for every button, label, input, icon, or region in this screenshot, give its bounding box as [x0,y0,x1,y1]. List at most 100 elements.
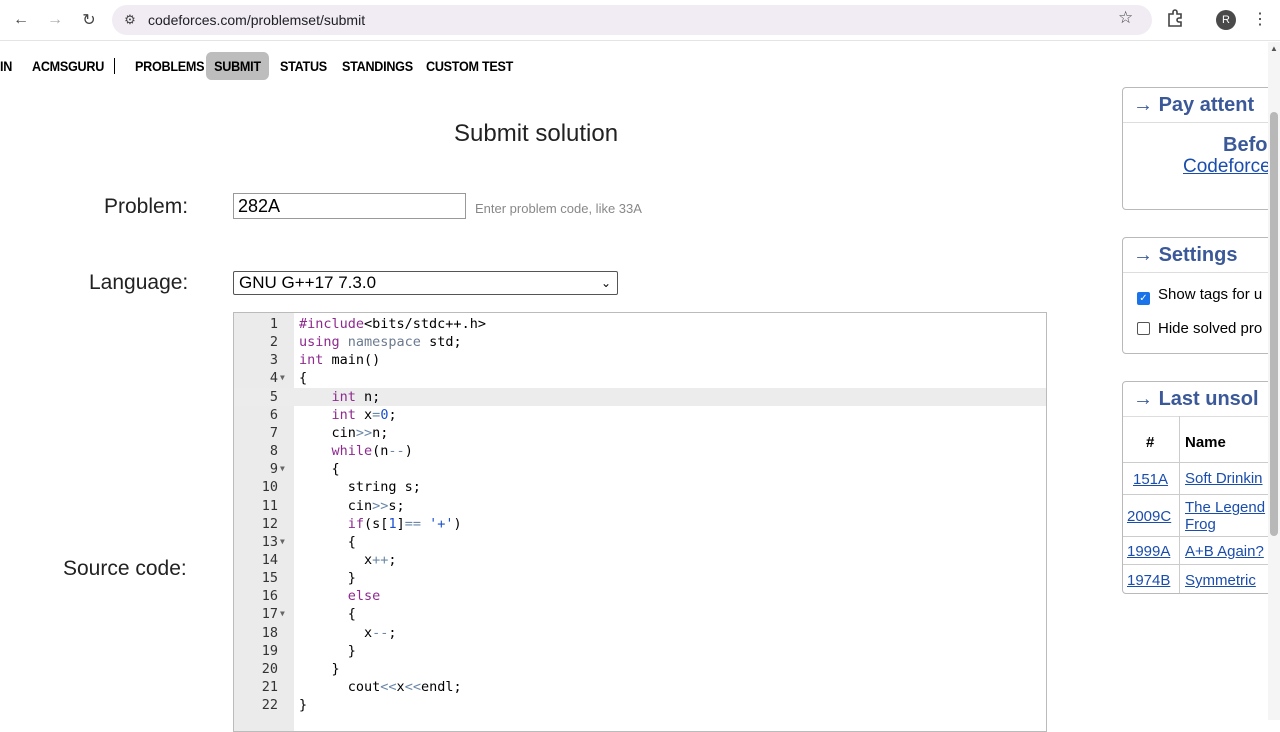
line-number: 11 [261,497,278,514]
arrow-right-icon: → [1133,94,1153,116]
reload-icon[interactable]: ↻ [77,8,101,32]
table-row: 1974B Symmetric [1123,564,1280,593]
last-unsolved-box: → Last unsol # Name 151A Soft Drinkin 20… [1122,381,1280,594]
source-code-editor[interactable]: 1 #include<bits/stdc++.h> 2 using namespace… [233,312,1047,732]
problem-id-link[interactable]: 1999A [1127,543,1170,560]
nav-item-standings[interactable]: STANDINGS [342,52,413,80]
forward-icon[interactable]: → [43,8,67,32]
address-bar[interactable]: ⚙ codeforces.com/problemset/submit [112,5,1152,35]
codeforces-link[interactable]: Codeforce [1183,156,1271,178]
code-line[interactable]: 21 cout<<x<<endl; [234,678,1046,696]
show-tags-label: Show tags for u [1158,286,1263,303]
pay-attention-text: Befo [1223,134,1268,156]
fold-arrow-icon[interactable]: ▼ [280,369,285,387]
problem-code-input[interactable]: 282A [233,193,466,219]
code-line[interactable]: 14 x++; [234,551,1046,569]
line-number: 20 [261,660,278,677]
problem-name-link[interactable]: Symmetric [1185,572,1256,589]
problem-id-link[interactable]: 2009C [1127,508,1171,525]
nav-item-custom-test[interactable]: CUSTOM TEST [426,52,513,80]
nav-item-status[interactable]: STATUS [280,52,327,80]
nav-item-in[interactable]: IN [0,52,12,80]
code-text: { [299,606,356,623]
hide-solved-label: Hide solved pro [1158,320,1263,337]
code-line[interactable]: 13 ▼ { [234,533,1046,551]
problem-id-link[interactable]: 1974B [1127,572,1170,589]
browser-toolbar: ← → ↻ ⚙ codeforces.com/problemset/submit… [0,0,1280,41]
nav-separator [114,58,115,74]
problem-name-link[interactable]: The Legend [1185,499,1265,516]
code-line[interactable]: 7 cin>>n; [234,424,1046,442]
code-text: } [299,660,340,677]
fold-arrow-icon[interactable]: ▼ [280,605,285,623]
code-line[interactable]: 2 using namespace std; [234,333,1046,351]
back-icon[interactable]: ← [9,8,33,32]
code-line[interactable]: 16 else [234,587,1046,605]
fold-arrow-icon[interactable]: ▼ [280,533,285,551]
code-text: x++; [299,551,397,568]
page-scrollbar[interactable]: ▲ [1268,42,1280,720]
line-number: 18 [261,624,278,641]
problem-name-link[interactable]: A+B Again? [1185,543,1264,560]
column-header-id: # [1146,434,1155,451]
fold-arrow-icon[interactable]: ▼ [280,460,285,478]
table-row: 2009C The Legend Frog [1123,494,1280,537]
nav-item-problems[interactable]: PROBLEMS [135,52,205,80]
code-line[interactable]: 3 int main() [234,351,1046,369]
code-line[interactable]: 22} [234,696,1046,714]
code-line[interactable]: 4 ▼ { [234,369,1046,387]
line-number: 4 [269,370,278,387]
profile-avatar[interactable]: R [1216,10,1236,30]
code-line[interactable]: 8 while(n--) [234,442,1046,460]
pay-attention-box: → Pay attent Befo Codeforce [1122,87,1280,210]
url-text: codeforces.com/problemset/submit [148,12,366,28]
arrow-right-icon: → [1133,244,1153,266]
problem-id-link[interactable]: 151A [1133,471,1168,488]
code-line[interactable]: 9 ▼ { [234,460,1046,478]
table-row: 151A Soft Drinkin [1123,462,1280,495]
hide-solved-row[interactable]: Hide solved pro [1137,320,1262,337]
nav-item-submit[interactable]: SUBMIT [206,52,269,80]
settings-title: → Settings [1123,238,1280,273]
code-line[interactable]: 15 } [234,569,1046,587]
nav-item-acmsguru[interactable]: ACMSGURU [32,52,104,80]
code-line[interactable]: 11 cin>>s; [234,497,1046,515]
problem-name-link[interactable]: Soft Drinkin [1185,470,1263,487]
show-tags-checkbox[interactable]: ✓ [1137,292,1150,305]
code-text: { [299,461,340,478]
extensions-icon[interactable] [1166,9,1184,27]
problem-name-link[interactable]: Frog [1185,516,1216,533]
arrow-right-icon: → [1133,388,1153,410]
code-text: int n; [331,388,381,405]
code-line[interactable]: 17 ▼ { [234,605,1046,623]
scrollbar-thumb[interactable] [1270,112,1278,536]
code-text: cout<<x<<endl; [299,679,462,695]
code-line[interactable]: 18 x--; [234,624,1046,642]
code-text: using namespace std; [299,334,462,351]
show-tags-row[interactable]: ✓ Show tags for u [1137,286,1262,305]
bookmark-star-icon[interactable]: ☆ [1118,8,1133,28]
line-number: 3 [269,352,278,369]
code-text: int x=0; [331,406,397,423]
code-line[interactable]: 12 if(s[1]== '+') [234,515,1046,533]
code-line[interactable]: 6 int x=0; [234,406,1046,424]
code-text: if(s[1]== '+') [347,515,462,532]
code-line[interactable]: 1 #include<bits/stdc++.h> [234,315,1046,333]
code-text: while(n--) [331,443,413,460]
line-number: 19 [261,642,278,659]
line-number: 7 [269,424,278,441]
site-settings-icon[interactable]: ⚙ [122,12,138,28]
language-select[interactable]: GNU G++17 7.3.0 ⌄ [233,271,618,295]
code-line[interactable]: 10 string s; [234,478,1046,496]
line-number: 13 [261,533,278,550]
code-text: #include<bits/stdc++.h> [299,316,486,332]
line-number: 9 [269,461,278,478]
page-title: Submit solution [454,120,619,147]
browser-menu-icon[interactable]: ⋮ [1252,9,1268,29]
code-line[interactable]: 20 } [234,660,1046,678]
hide-solved-checkbox[interactable] [1137,322,1150,335]
scroll-up-icon[interactable]: ▲ [1270,44,1278,53]
code-text: { [299,533,356,550]
code-line[interactable]: 5 int n; [234,387,1046,406]
code-line[interactable]: 19 } [234,642,1046,660]
